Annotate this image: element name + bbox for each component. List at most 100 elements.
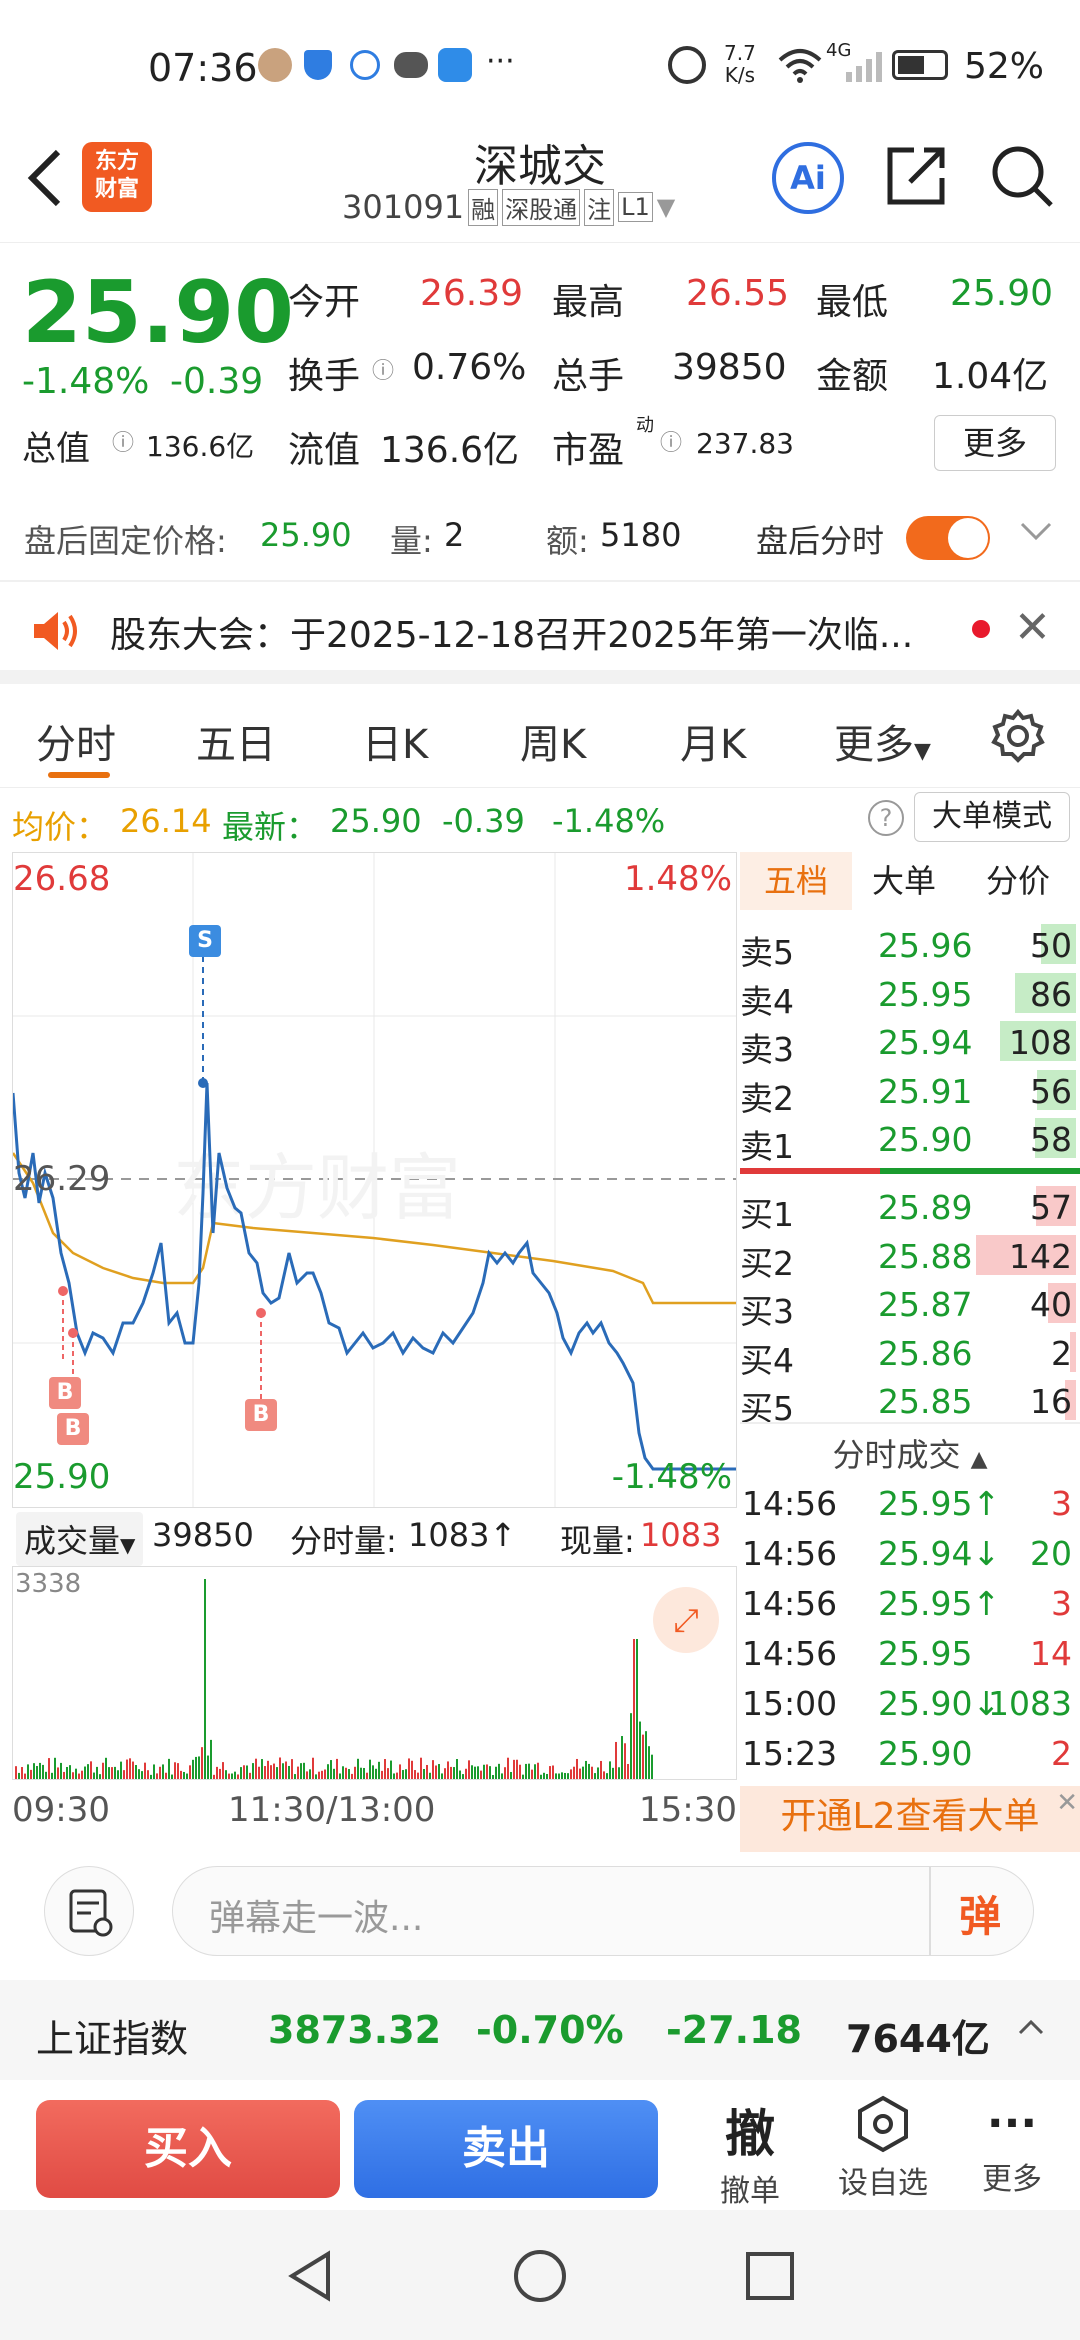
volume-bar [633,1639,635,1779]
search-icon[interactable] [988,142,1056,214]
buy-marker[interactable]: B [245,1399,277,1431]
chevron-down-icon[interactable] [1016,510,1056,554]
more-button[interactable]: 更多 [934,415,1056,471]
sell-level-row[interactable]: 卖1 25.90 58 [740,1114,1076,1166]
index-ticker[interactable]: 上证指数 3873.32 -0.70% -27.18 7644亿 [0,1980,1080,2080]
buy-level-row[interactable]: 买2 25.88 142 [740,1231,1076,1283]
tab-daily-k[interactable]: 日K [362,712,428,770]
sell-level-row[interactable]: 卖3 25.94 108 [740,1017,1076,1069]
volume-bar [246,1765,248,1779]
buy-button[interactable]: 买入 [36,2100,340,2198]
cancel-order-button[interactable]: 撤 撤单 [700,2094,800,2210]
intraday-chart[interactable]: 东方财富 S B B B 26.68 1.48% 26.29 25.90 -1.… [12,852,737,1508]
sell-button[interactable]: 卖出 [354,2100,658,2198]
big-order-mode-button[interactable]: 大单模式 [914,792,1070,842]
volume-bar [429,1772,431,1779]
volume-bar [474,1766,476,1779]
trade-row: 14:56 25.95 14 [740,1628,1076,1678]
volume-bar [237,1774,239,1779]
trade-actions: 买入 卖出 撤 撤单 设自选 ··· 更多 [0,2080,1080,2210]
info-icon[interactable]: ⓘ [372,353,394,385]
axis-bottom-pct: -1.48% [611,1457,732,1497]
buy-level-row[interactable]: 买4 25.86 2 [740,1328,1076,1380]
ai-button[interactable]: Ai [772,142,844,214]
buy-level-row[interactable]: 买3 25.87 40 [740,1279,1076,1331]
tab-price-distribution[interactable]: 分价 [986,852,1050,910]
tab-more[interactable]: 更多▼ [834,712,931,770]
volume-bar [285,1761,287,1779]
volume-bar [42,1764,44,1779]
comment-bar: 弹幕走一波... 弹 [0,1840,1080,1980]
divider [740,1422,1080,1424]
danmu-button[interactable]: 弹 [959,1883,1001,1944]
volume-bar [552,1765,554,1779]
sell-level-row[interactable]: 卖5 25.96 50 [740,920,1076,972]
trade-time: 15:00 [742,1684,838,1723]
afterhours-amt: 5180 [600,516,682,554]
sell-level-price: 25.94 [878,1023,973,1062]
volume-selector[interactable]: 成交量▼ [16,1512,144,1566]
volume-bar [558,1773,560,1779]
volume-bar [87,1764,89,1779]
buy-level-qty: 57 [1030,1188,1072,1227]
time-axis: 09:30 11:30/13:00 15:30 [12,1786,737,1836]
tab-monthly-k[interactable]: 月K [680,712,746,770]
sell-marker[interactable]: S [189,925,221,957]
buy-level-qty: 2 [1051,1333,1072,1373]
turnover-value: 0.76% [412,347,527,388]
buy-marker[interactable]: B [57,1413,89,1445]
volume-bar [231,1773,233,1779]
volume-bar [642,1734,644,1779]
volume-bar [306,1771,308,1779]
sell-level-label: 卖1 [740,1127,794,1166]
volume-bar [591,1766,593,1779]
info-icon[interactable]: ⓘ [112,425,134,457]
tab-five-day[interactable]: 五日 [196,712,276,770]
share-icon[interactable] [884,144,948,212]
close-icon[interactable]: ✕ [1014,602,1051,653]
expand-icon[interactable]: ⤢ [653,1587,719,1653]
sell-level-row[interactable]: 卖4 25.95 86 [740,969,1076,1021]
volume-bar [426,1764,428,1779]
info-icon[interactable]: ⓘ [660,425,682,457]
comment-settings-icon[interactable] [44,1866,134,1956]
add-watchlist-button[interactable]: 设自选 [828,2094,938,2202]
nav-home-icon[interactable] [512,2248,568,2308]
volume-bar [609,1761,611,1779]
trades-title[interactable]: 分时成交 ▲ [740,1430,1080,1476]
volume-bar [57,1767,59,1779]
volume-bar [618,1767,620,1779]
help-icon[interactable]: ? [868,800,904,836]
buy-marker[interactable]: B [49,1377,81,1409]
chevron-up-icon[interactable] [1014,2010,1048,2054]
tab-big-orders[interactable]: 大单 [872,852,936,910]
buy-level-row[interactable]: 买5 25.85 16 [740,1376,1076,1428]
volume-bar [183,1771,185,1779]
volume-bar [78,1773,80,1779]
volume-bar [315,1774,317,1779]
volume-bar [204,1579,206,1779]
buy-level-qty: 16 [1030,1382,1072,1421]
comment-input[interactable]: 弹幕走一波... 弹 [172,1866,1034,1956]
gear-icon[interactable] [990,708,1046,768]
tab-intraday[interactable]: 分时 [36,712,116,770]
volume-bar [576,1758,578,1779]
more-actions-button[interactable]: ··· 更多 [962,2094,1062,2198]
tab-five-level[interactable]: 五档 [740,852,852,910]
close-icon[interactable]: ✕ [1056,1772,1078,1834]
nav-back-icon[interactable] [282,2248,338,2308]
volume-bar [66,1766,68,1779]
buy-level-qty: 40 [1030,1285,1072,1324]
buy-level-row[interactable]: 买1 25.89 57 [740,1182,1076,1234]
sell-level-row[interactable]: 卖2 25.91 56 [740,1066,1076,1118]
chevron-down-icon[interactable]: ▼ [657,193,675,221]
trade-time: 14:56 [742,1484,838,1523]
nav-recents-icon[interactable] [744,2250,796,2306]
high-value: 26.55 [686,273,790,314]
tab-weekly-k[interactable]: 周K [520,712,586,770]
afterhours-toggle[interactable] [906,516,990,560]
announcement-bar[interactable]: 股东大会：于2025-12-18召开2025年第一次临... ✕ [0,584,1080,684]
order-book-panel: 五档 大单 分价 卖5 25.96 50 卖4 25.95 86 卖3 25.94 108 卖2 2… [740,852,1080,1852]
volume-chart[interactable]: 3338 ⤢ [12,1566,737,1780]
volume-bar [75,1768,77,1779]
